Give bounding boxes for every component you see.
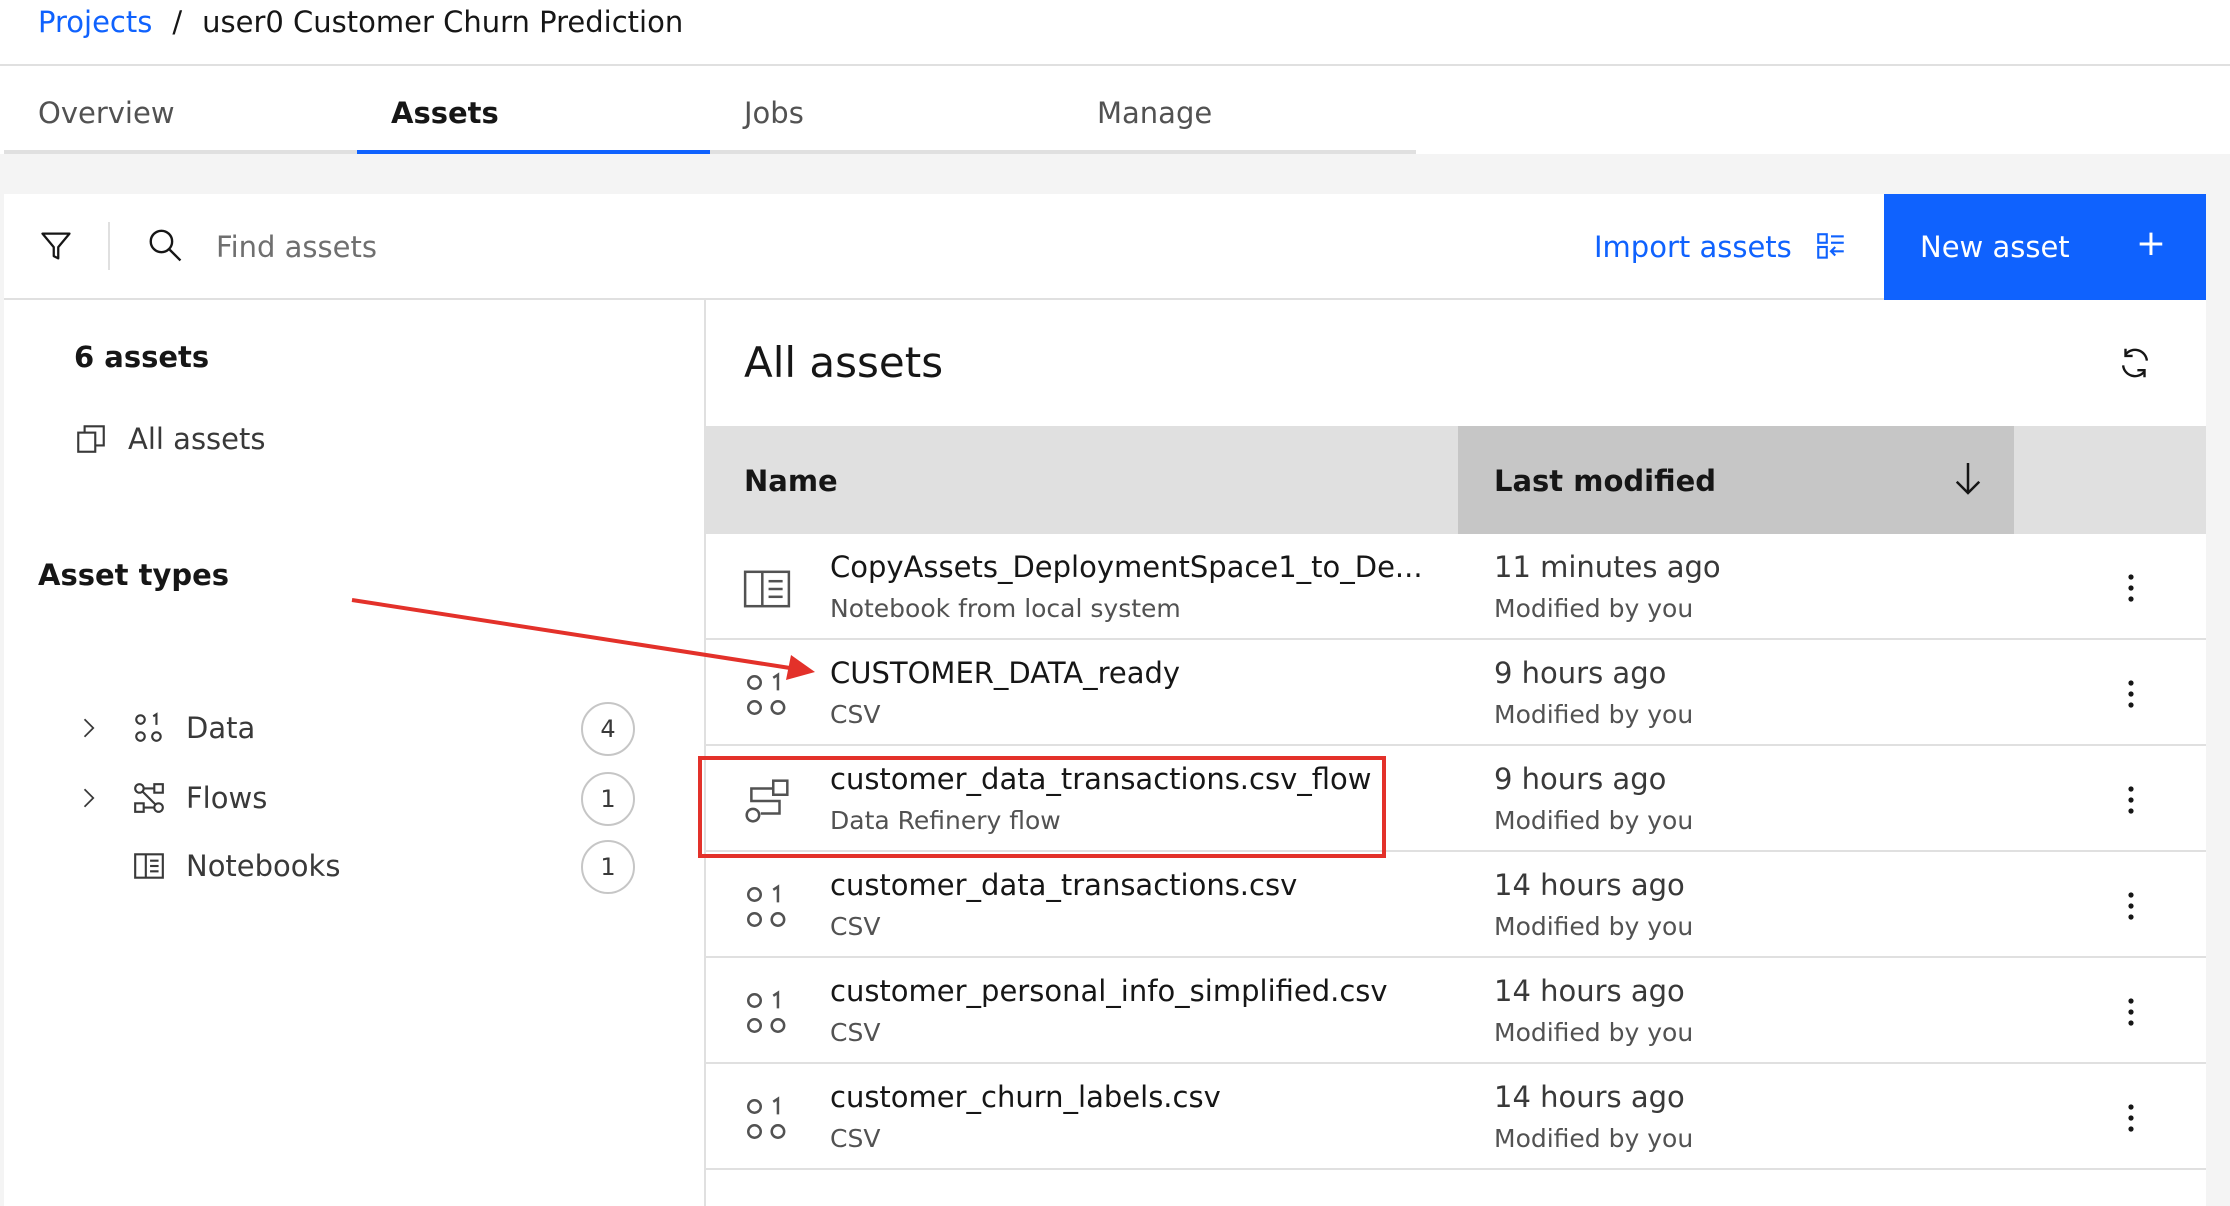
asset-type-data-label: Data bbox=[186, 711, 256, 745]
table-row[interactable]: CopyAssets_DeploymentSpace1_to_De... Not… bbox=[706, 534, 2206, 640]
asset-name-link[interactable]: customer_data_transactions.csv bbox=[830, 868, 1297, 902]
content-background-right bbox=[2206, 194, 2230, 1206]
asset-name-link[interactable]: customer_personal_info_simplified.csv bbox=[830, 974, 1388, 1008]
table-row[interactable]: customer_personal_info_simplified.csv CS… bbox=[706, 958, 2206, 1064]
asset-type-notebooks-label: Notebooks bbox=[186, 849, 341, 883]
breadcrumb-current-project: user0 Customer Churn Prediction bbox=[202, 5, 684, 39]
import-assets-button[interactable]: Import assets bbox=[1594, 218, 1848, 276]
asset-type-notebooks-count: 1 bbox=[581, 840, 635, 894]
asset-modified-time: 14 hours ago bbox=[1494, 974, 1685, 1008]
asset-type-notebooks[interactable]: Notebooks 1 bbox=[74, 836, 635, 896]
overflow-menu-icon[interactable] bbox=[2116, 994, 2146, 1030]
asset-type: CSV bbox=[830, 912, 881, 941]
toolbar-divider bbox=[108, 222, 110, 270]
tab-assets[interactable]: Assets bbox=[357, 66, 710, 154]
all-assets-label: All assets bbox=[128, 422, 266, 456]
asset-toolbar: Import assets New asset + bbox=[4, 194, 2206, 300]
asset-type-data[interactable]: Data 4 bbox=[74, 698, 635, 758]
asset-modified-time: 14 hours ago bbox=[1494, 1080, 1685, 1114]
data-icon bbox=[747, 1096, 786, 1139]
arrow-down-icon[interactable] bbox=[1948, 458, 1988, 498]
overflow-menu-icon[interactable] bbox=[2116, 782, 2146, 818]
asset-name-link[interactable]: CUSTOMER_DATA_ready bbox=[830, 656, 1180, 690]
asset-sidebar: 6 assets All assets Asset types Data 4 F… bbox=[4, 300, 706, 1206]
asset-modified-time: 9 hours ago bbox=[1494, 762, 1667, 796]
asset-modified-by: Modified by you bbox=[1494, 594, 1694, 623]
import-assets-label: Import assets bbox=[1594, 230, 1792, 264]
notebook-icon bbox=[134, 853, 164, 879]
annotation-highlight-box bbox=[698, 756, 1386, 858]
tab-jobs[interactable]: Jobs bbox=[710, 66, 1063, 154]
asset-modified-time: 11 minutes ago bbox=[1494, 550, 1721, 584]
asset-type: CSV bbox=[830, 1018, 881, 1047]
asset-type-flows[interactable]: Flows 1 bbox=[74, 768, 635, 828]
asset-type: CSV bbox=[830, 1124, 881, 1153]
data-icon bbox=[747, 884, 786, 927]
refresh-icon[interactable] bbox=[2116, 344, 2154, 382]
tab-overview[interactable]: Overview bbox=[4, 66, 357, 154]
data-icon bbox=[747, 672, 786, 715]
asset-type-data-count: 4 bbox=[581, 702, 635, 756]
overflow-menu-icon[interactable] bbox=[2116, 676, 2146, 712]
content-background bbox=[0, 154, 2230, 194]
asset-modified-by: Modified by you bbox=[1494, 912, 1694, 941]
breadcrumb: Projects / user0 Customer Churn Predicti… bbox=[38, 0, 683, 44]
table-header: Name Last modified bbox=[706, 426, 2206, 534]
asset-type-flows-count: 1 bbox=[581, 772, 635, 826]
table-row[interactable]: CUSTOMER_DATA_ready CSV 9 hours ago Modi… bbox=[706, 640, 2206, 746]
asset-name-link[interactable]: customer_churn_labels.csv bbox=[830, 1080, 1221, 1114]
assets-main-panel: All assets Name Last modified CopyAssets… bbox=[706, 300, 2206, 1206]
column-header-name[interactable]: Name bbox=[744, 464, 838, 498]
overflow-menu-icon[interactable] bbox=[2116, 888, 2146, 924]
import-icon bbox=[1816, 233, 1844, 259]
asset-type: CSV bbox=[830, 700, 881, 729]
data-icon bbox=[135, 712, 162, 742]
asset-modified-by: Modified by you bbox=[1494, 700, 1694, 729]
data-icon bbox=[747, 990, 786, 1033]
table-row[interactable]: customer_churn_labels.csv CSV 14 hours a… bbox=[706, 1064, 2206, 1170]
plus-icon: + bbox=[2135, 223, 2166, 264]
asset-type-flows-label: Flows bbox=[186, 781, 268, 815]
asset-modified-by: Modified by you bbox=[1494, 1124, 1694, 1153]
chevron-right-icon[interactable] bbox=[74, 784, 102, 812]
search-input[interactable] bbox=[216, 222, 1116, 272]
asset-types-heading: Asset types bbox=[38, 558, 230, 592]
column-header-last-modified[interactable]: Last modified bbox=[1458, 426, 2014, 534]
filter-icon[interactable] bbox=[38, 228, 74, 264]
overflow-menu-icon[interactable] bbox=[2116, 1100, 2146, 1136]
new-asset-label: New asset bbox=[1920, 230, 2070, 264]
column-header-last-modified-label: Last modified bbox=[1494, 464, 1717, 498]
all-assets-link[interactable]: All assets bbox=[74, 422, 265, 456]
flows-icon bbox=[134, 783, 164, 813]
asset-name-link[interactable]: CopyAssets_DeploymentSpace1_to_De... bbox=[830, 550, 1423, 584]
overflow-menu-icon[interactable] bbox=[2116, 570, 2146, 606]
tab-manage[interactable]: Manage bbox=[1063, 66, 1416, 154]
asset-type: Notebook from local system bbox=[830, 594, 1181, 623]
asset-modified-time: 14 hours ago bbox=[1494, 868, 1685, 902]
chevron-right-icon[interactable] bbox=[74, 714, 102, 742]
breadcrumb-separator: / bbox=[172, 5, 183, 39]
asset-modified-by: Modified by you bbox=[1494, 806, 1694, 835]
new-asset-button[interactable]: New asset + bbox=[1884, 194, 2206, 300]
page-title: All assets bbox=[744, 338, 944, 387]
search-icon bbox=[149, 229, 182, 262]
table-row[interactable]: customer_data_transactions.csv CSV 14 ho… bbox=[706, 852, 2206, 958]
notebook-icon bbox=[743, 570, 791, 608]
asset-modified-by: Modified by you bbox=[1494, 1018, 1694, 1047]
asset-modified-time: 9 hours ago bbox=[1494, 656, 1667, 690]
copy-icon bbox=[77, 425, 105, 453]
breadcrumb-projects-link[interactable]: Projects bbox=[38, 5, 152, 39]
project-tabs: Overview Assets Jobs Manage bbox=[4, 66, 1416, 154]
asset-count: 6 assets bbox=[74, 340, 210, 374]
